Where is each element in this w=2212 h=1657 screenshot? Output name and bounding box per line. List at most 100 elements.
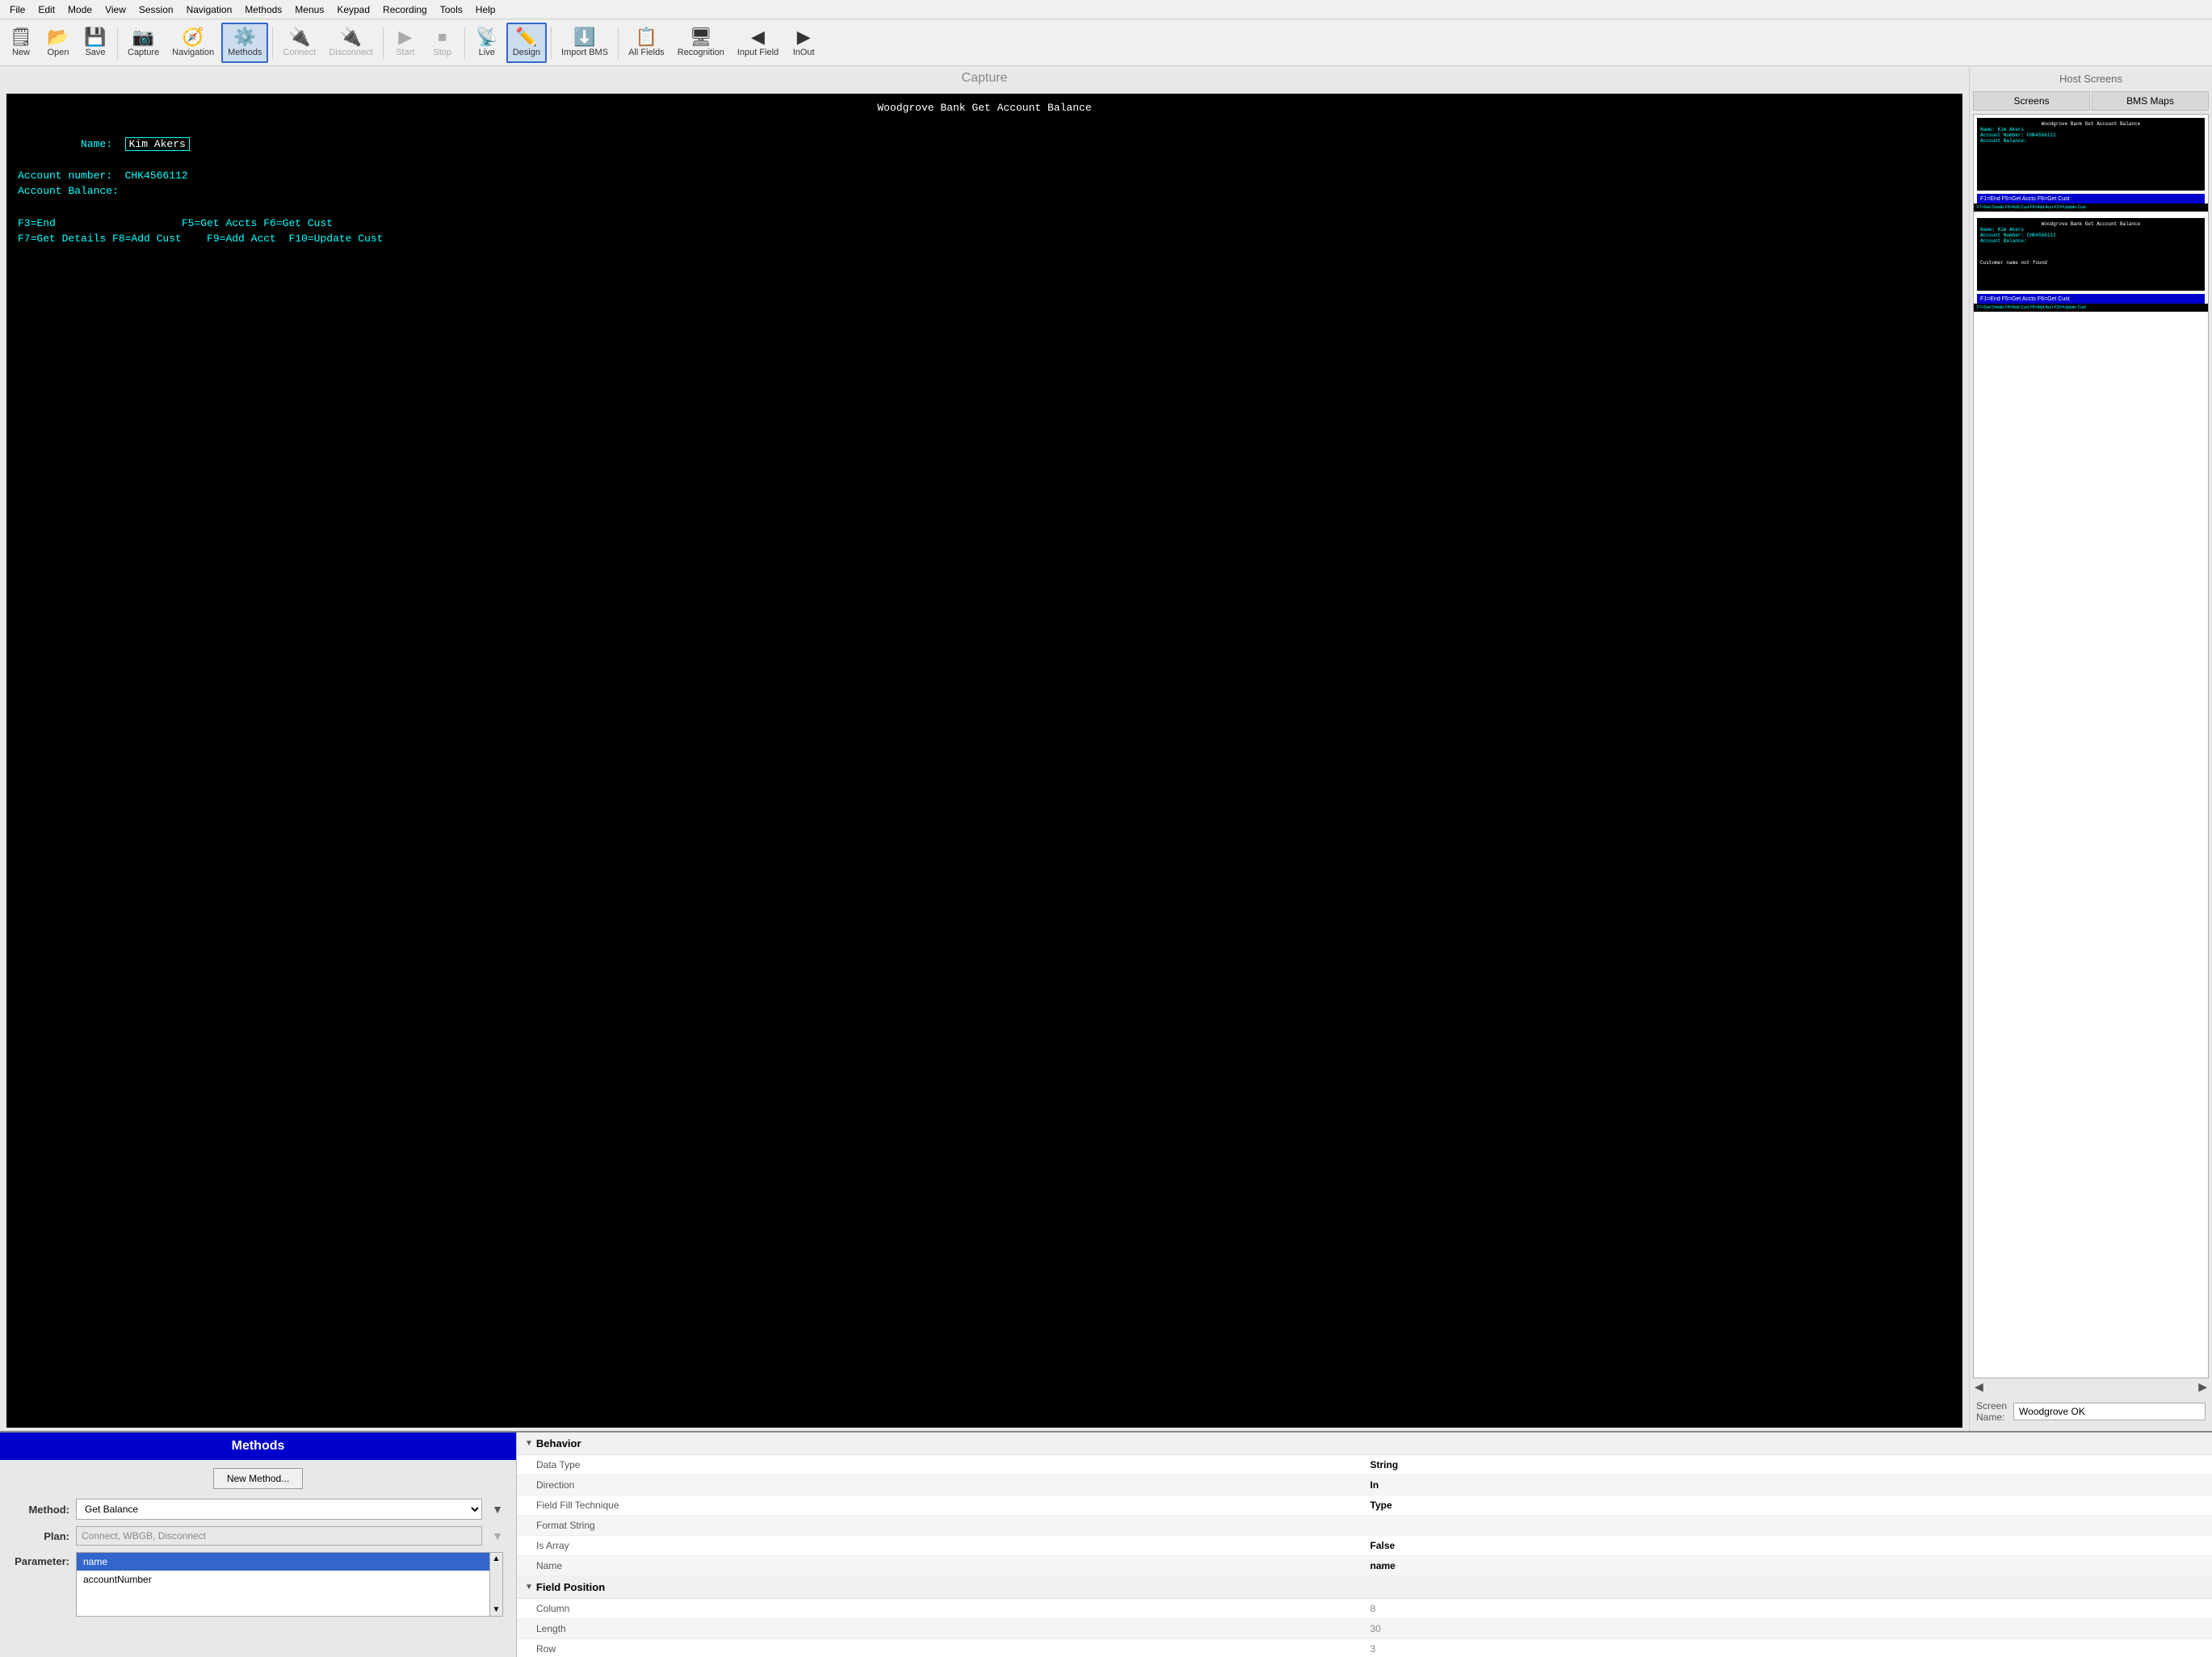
host-screens-tabs: Screens BMS Maps <box>1973 91 2209 111</box>
prop-data-type-name: Data Type <box>536 1459 1370 1470</box>
tab-screens[interactable]: Screens <box>1973 91 2090 111</box>
menu-edit[interactable]: Edit <box>31 2 61 17</box>
menu-file[interactable]: File <box>3 2 31 17</box>
mini-screen-2-divider: F1=End F5=Get Accts F6=Get Cust <box>1977 294 2205 304</box>
param-item-name[interactable]: name <box>77 1553 489 1571</box>
btn-start-label: Start <box>396 48 414 57</box>
new-icon: 🗒 <box>10 28 32 46</box>
param-scrollbar: ▲ ▼ <box>489 1553 502 1616</box>
top-section: Capture Woodgrove Bank Get Account Balan… <box>0 66 2212 1431</box>
capture-panel: Capture Woodgrove Bank Get Account Balan… <box>0 66 1970 1431</box>
behavior-section-header[interactable]: ▼ Behavior <box>517 1433 2212 1455</box>
screen-name-label: ScreenName: <box>1976 1400 2007 1423</box>
btn-design-label: Design <box>513 48 540 57</box>
mini-screen-1-divider: F1=End F5=Get Accts F6=Get Cust <box>1977 194 2205 203</box>
btn-methods-label: Methods <box>228 48 262 57</box>
mini-screen-1-footer: F7=Get Details F8=Add Cust F9=Add Acct F… <box>1974 203 2208 212</box>
plan-label: Plan: <box>13 1530 69 1542</box>
terminal-footer-1: F3=End F5=Get Accts F6=Get Cust <box>18 216 1951 232</box>
sep-4 <box>464 27 465 59</box>
terminal-name-field[interactable]: Kim Akers <box>125 137 190 151</box>
host-screens-list[interactable]: Woodgrove Bank Get Account Balance Name:… <box>1973 114 2209 1378</box>
menu-tools[interactable]: Tools <box>434 2 469 17</box>
prop-direction-name: Direction <box>536 1479 1370 1491</box>
btn-capture[interactable]: 📷 Capture <box>122 23 165 63</box>
btn-new[interactable]: 🗒 New <box>3 23 39 63</box>
menu-keypad[interactable]: Keypad <box>330 2 376 17</box>
prop-format-string-name: Format String <box>536 1520 1370 1531</box>
btn-navigation-label: Navigation <box>172 48 214 57</box>
terminal-line-name: Name: Kim Akers <box>18 120 1951 168</box>
screen-name-input[interactable] <box>2013 1403 2206 1420</box>
btn-connect-label: Connect <box>283 48 316 57</box>
btn-save[interactable]: 💾 Save <box>78 23 113 63</box>
open-icon: 📂 <box>47 28 69 46</box>
btn-recognition[interactable]: 🖥 Recognition <box>672 23 730 63</box>
scroll-left-arrow[interactable]: ◀ <box>1975 1380 1983 1394</box>
btn-open-label: Open <box>48 48 69 57</box>
toolbar: 🗒 New 📂 Open 💾 Save 📷 Capture 🧭 Navigati… <box>0 19 2212 66</box>
btn-navigation[interactable]: 🧭 Navigation <box>166 23 220 63</box>
prop-field-fill: Field Fill Technique Type <box>517 1495 2212 1516</box>
tab-bms-maps[interactable]: BMS Maps <box>2092 91 2209 111</box>
menu-navigation[interactable]: Navigation <box>180 2 239 17</box>
param-scroll-up[interactable]: ▲ <box>490 1553 502 1565</box>
btn-disconnect[interactable]: 🔌 Disconnect <box>323 23 378 63</box>
connect-icon: 🔌 <box>288 28 310 46</box>
new-method-button[interactable]: New Method... <box>213 1468 303 1489</box>
sep-2 <box>272 27 273 59</box>
method-select[interactable]: Get Balance <box>76 1499 482 1520</box>
field-position-section-header[interactable]: ▼ Field Position <box>517 1576 2212 1599</box>
btn-live[interactable]: 📡 Live <box>469 23 505 63</box>
sep-6 <box>618 27 619 59</box>
btn-capture-label: Capture <box>128 48 159 57</box>
menu-mode[interactable]: Mode <box>61 2 99 17</box>
scroll-right-arrow[interactable]: ▶ <box>2198 1380 2207 1394</box>
prop-direction-value: In <box>1370 1479 2205 1491</box>
prop-length-name: Length <box>536 1623 1370 1634</box>
btn-methods[interactable]: ⚙️ Methods <box>221 23 268 63</box>
mini-screen-2[interactable]: Woodgrove Bank Get Account Balance Name:… <box>1977 218 2205 291</box>
mini-screen-1[interactable]: Woodgrove Bank Get Account Balance Name:… <box>1977 118 2205 191</box>
prop-field-fill-name: Field Fill Technique <box>536 1500 1370 1511</box>
btn-connect[interactable]: 🔌 Connect <box>277 23 321 63</box>
sep-5 <box>551 27 552 59</box>
prop-row: Row 3 <box>517 1639 2212 1657</box>
behavior-section-label: Behavior <box>536 1437 581 1449</box>
btn-all-fields[interactable]: 📋 All Fields <box>623 23 670 63</box>
disconnect-icon: 🔌 <box>340 28 362 46</box>
btn-stop[interactable]: ⏹ Stop <box>425 23 460 63</box>
btn-inout[interactable]: ▶ InOut <box>786 23 821 63</box>
menu-help[interactable]: Help <box>469 2 502 17</box>
btn-design[interactable]: ✏️ Design <box>506 23 547 63</box>
terminal-screen[interactable]: Woodgrove Bank Get Account Balance Name:… <box>6 94 1962 1428</box>
btn-input-field[interactable]: ◀ Input Field <box>732 23 784 63</box>
terminal-footer-2: F7=Get Details F8=Add Cust F9=Add Acct F… <box>18 231 1951 247</box>
prop-row-value: 3 <box>1370 1643 2205 1655</box>
btn-recognition-label: Recognition <box>678 48 724 57</box>
menu-view[interactable]: View <box>99 2 132 17</box>
menu-recording[interactable]: Recording <box>376 2 434 17</box>
param-scroll-down[interactable]: ▼ <box>490 1604 502 1616</box>
btn-start[interactable]: ▶ Start <box>388 23 423 63</box>
plan-dropdown-arrow: ▼ <box>492 1529 503 1542</box>
screen-name-row: ScreenName: <box>1973 1395 2209 1428</box>
capture-title: Capture <box>0 66 1969 90</box>
navigation-icon: 🧭 <box>182 28 204 46</box>
param-list[interactable]: name accountNumber <box>77 1553 489 1616</box>
param-item-account-number[interactable]: accountNumber <box>77 1571 489 1588</box>
mini-screen-2-footer: F7=Get Details F8=Add Cust F9=Add Acct F… <box>1974 304 2208 312</box>
menu-methods[interactable]: Methods <box>238 2 288 17</box>
menu-menus[interactable]: Menus <box>288 2 330 17</box>
host-screens-panel: Host Screens Screens BMS Maps Woodgrove … <box>1970 66 2212 1431</box>
btn-import-bms[interactable]: ⬇️ Import BMS <box>556 23 614 63</box>
btn-disconnect-label: Disconnect <box>329 48 372 57</box>
btn-open[interactable]: 📂 Open <box>40 23 76 63</box>
method-dropdown-arrow: ▼ <box>492 1503 503 1516</box>
prop-is-array-value: False <box>1370 1540 2205 1551</box>
field-position-chevron: ▼ <box>525 1583 533 1592</box>
btn-live-label: Live <box>479 48 495 57</box>
parameter-label: Parameter: <box>13 1552 69 1567</box>
menu-session[interactable]: Session <box>132 2 180 17</box>
parameter-container: name accountNumber ▲ ▼ <box>76 1552 503 1617</box>
